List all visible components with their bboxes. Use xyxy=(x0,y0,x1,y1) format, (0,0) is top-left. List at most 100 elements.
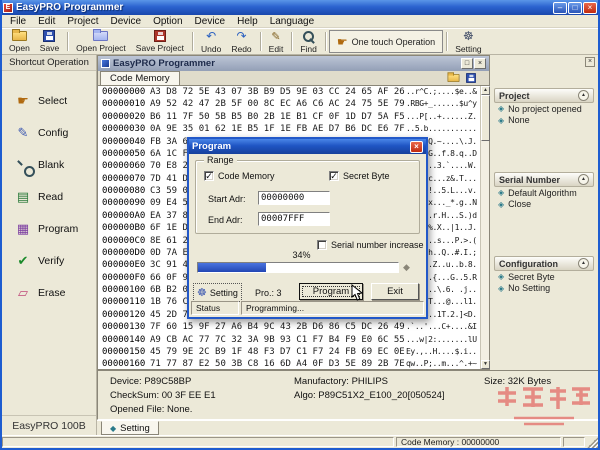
minimize-icon[interactable]: – xyxy=(553,2,567,14)
menu-item[interactable]: Project xyxy=(61,16,104,27)
checksum-info: CheckSum: 00 3F EE E1 xyxy=(110,390,216,401)
range-group-label: Range xyxy=(204,155,237,165)
manufactory-info: Manufactory: PHILIPS xyxy=(294,376,388,387)
toolbar-separator xyxy=(325,32,326,51)
diamond-icon: ◈ xyxy=(498,200,504,209)
save-buffer-icon[interactable] xyxy=(466,73,476,83)
sidebar-header: Shortcut Operation xyxy=(2,55,96,71)
program-button[interactable]: Program xyxy=(299,283,363,300)
open-project-label: Open Project xyxy=(76,43,126,53)
save-project-button[interactable]: Save Project xyxy=(131,30,189,53)
diamond-icon: ◈ xyxy=(498,284,504,293)
edit-button[interactable]: ✎ Edit xyxy=(264,30,289,53)
restore-icon[interactable]: □ xyxy=(461,58,473,69)
panel-close-icon[interactable]: × xyxy=(585,57,595,67)
start-adr-input[interactable] xyxy=(258,191,330,205)
diamond-icon: ◈ xyxy=(498,104,504,113)
redo-label: Redo xyxy=(231,44,251,54)
pro-count-label: Pro.: 3 xyxy=(255,288,282,298)
menu-item[interactable]: Device xyxy=(104,16,147,27)
toolbar-separator xyxy=(260,32,261,51)
diamond-icon: ◈ xyxy=(498,188,504,197)
hex-address: 00000030 xyxy=(98,123,150,135)
menu-item[interactable]: File xyxy=(4,16,32,27)
progress-bar xyxy=(197,262,399,273)
hex-row: 00000160 71 77 87 E2 50 3B C8 16 6D A4 0… xyxy=(98,358,480,369)
redo-button[interactable]: ↷ Redo xyxy=(226,30,256,53)
one-touch-icon: ☛ xyxy=(337,35,348,49)
save-project-label: Save Project xyxy=(136,43,184,53)
scroll-up-icon[interactable]: ▲ xyxy=(481,86,490,95)
hex-address: 00000040 xyxy=(98,136,150,148)
one-touch-label: One touch Operation xyxy=(352,37,436,47)
find-icon xyxy=(302,30,315,43)
scroll-down-icon[interactable]: ▼ xyxy=(481,360,490,369)
resize-grip[interactable] xyxy=(587,437,598,448)
close-icon[interactable]: × xyxy=(583,2,597,14)
hex-ascii: qw..P;..m...^.+~ xyxy=(406,358,480,369)
menu-item[interactable]: Option xyxy=(147,16,188,27)
sidebar-item-read[interactable]: ▤ Read xyxy=(2,181,96,213)
redo-icon: ↷ xyxy=(236,30,246,43)
setting-button[interactable]: ☸ Setting xyxy=(450,30,486,53)
sidebar-item-label: Erase xyxy=(38,287,65,299)
child-close-icon[interactable]: × xyxy=(474,58,486,69)
collapse-up-icon[interactable]: ▲ xyxy=(578,90,589,101)
opened-file-info: Opened File: None. xyxy=(110,404,192,415)
sidebar-item-select[interactable]: ☛ Select xyxy=(2,85,96,117)
hex-address: 00000120 xyxy=(98,309,150,321)
sidebar-item-erase[interactable]: ▱ Erase xyxy=(2,277,96,309)
vertical-scrollbar[interactable]: ▲ ▼ xyxy=(480,86,489,369)
exit-button[interactable]: Exit xyxy=(371,283,419,300)
collapse-up-icon[interactable]: ▲ xyxy=(578,174,589,185)
toolbar-separator xyxy=(291,32,292,51)
hex-bytes: 71 77 87 E2 50 3B C8 16 6D A4 0F D3 5E 8… xyxy=(150,358,406,369)
menu-item[interactable]: Edit xyxy=(32,16,61,27)
hex-ascii: .RBG+_......$u^y xyxy=(406,98,480,110)
status-panel: × Project ▲ ◈ No project opened ◈ None xyxy=(490,55,598,370)
dialog-setting-button[interactable]: ☸ Setting xyxy=(195,285,240,300)
sidebar-item-label: Blank xyxy=(38,159,64,171)
sidebar-item-config[interactable]: ✎ Config xyxy=(2,117,96,149)
menu-item[interactable]: Language xyxy=(264,16,321,27)
end-adr-input[interactable] xyxy=(258,212,330,226)
code-memory-checkbox[interactable]: ✓ xyxy=(204,171,214,181)
gear-icon: ☸ xyxy=(463,30,474,43)
open-project-button[interactable]: Open Project xyxy=(71,30,131,53)
hex-ascii: ..5.b........... xyxy=(406,123,480,135)
program-chip-icon: ▦ xyxy=(15,222,31,237)
undo-button[interactable]: ↶ Undo xyxy=(196,30,226,53)
find-label: Find xyxy=(300,44,317,54)
hex-address: 00000010 xyxy=(98,98,150,110)
hex-address: 00000080 xyxy=(98,185,150,197)
open-button[interactable]: Open xyxy=(4,30,35,53)
scrollbar-thumb[interactable] xyxy=(481,95,490,141)
sidebar-item-blank[interactable]: Blank xyxy=(2,149,96,181)
hex-bytes: A9 52 42 47 2B 5F 00 8C EC A6 C6 AC 24 7… xyxy=(150,98,406,110)
maximize-icon[interactable]: □ xyxy=(568,2,582,14)
sidebar-item-program[interactable]: ▦ Program xyxy=(2,213,96,245)
range-group: Range ✓ Code Memory ✓ Secret Byte Start … xyxy=(195,160,420,234)
sidebar-item-label: Read xyxy=(38,191,63,203)
dialog-close-icon[interactable]: × xyxy=(410,141,423,153)
tab-code-memory[interactable]: Code Memory xyxy=(100,71,180,85)
find-button[interactable]: Find xyxy=(295,30,322,53)
sidebar-item-verify[interactable]: ✔ Verify xyxy=(2,245,96,277)
one-touch-operation-button[interactable]: ☛ One touch Operation xyxy=(329,30,443,53)
dialog-title-bar: Program × xyxy=(189,139,426,154)
secret-byte-checkbox[interactable]: ✓ xyxy=(329,171,339,181)
load-buffer-icon[interactable] xyxy=(448,74,460,82)
progress-fill xyxy=(198,263,266,272)
save-button[interactable]: Save xyxy=(35,30,64,53)
serial-number-increase-checkbox[interactable] xyxy=(317,240,327,250)
tab-setting[interactable]: ◆ Setting xyxy=(101,421,159,435)
hex-row: 00000130 7F 60 15 9F 27 A6 B4 9C 43 2B D… xyxy=(98,321,480,333)
menu-item[interactable]: Device xyxy=(189,16,232,27)
menu-item[interactable]: Help xyxy=(231,16,264,27)
collapse-up-icon[interactable]: ▲ xyxy=(578,258,589,269)
start-adr-label: Start Adr: xyxy=(208,194,246,204)
hex-row: 00000010 A9 52 42 47 2B 5F 00 8C EC A6 C… xyxy=(98,98,480,110)
hex-ascii: ...w|2:.......lU xyxy=(406,334,480,346)
hex-ascii: .`..'...C+....&I xyxy=(406,321,480,333)
toolbar-separator xyxy=(67,32,68,51)
